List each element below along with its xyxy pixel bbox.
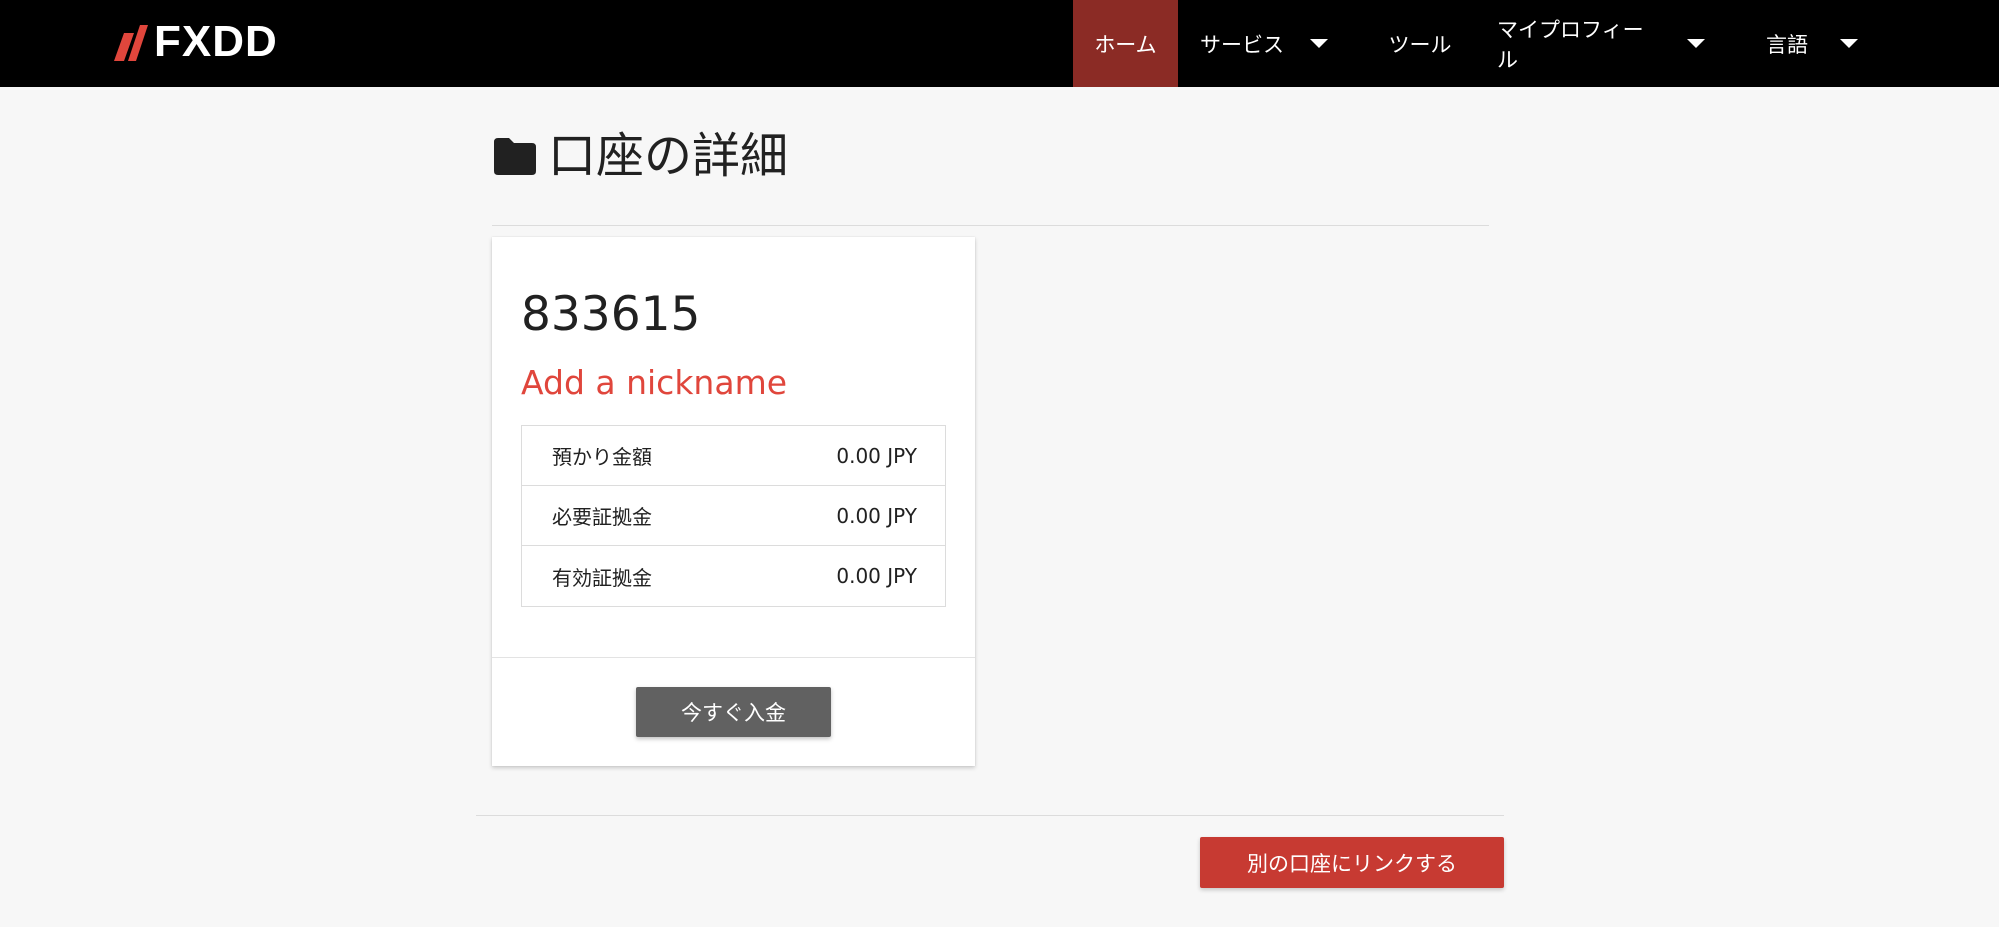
chevron-down-icon (1687, 39, 1705, 48)
nav-item-label: ホーム (1094, 32, 1157, 57)
margin-value: 0.00 JPY (836, 503, 917, 528)
nav-item-label: ツール (1388, 32, 1452, 57)
main-nav: ホーム サービス ツール マイプロフィール 言語 (0, 0, 1999, 87)
title-divider (492, 225, 1489, 226)
link-another-account-button[interactable]: 別の口座にリンクする (1200, 837, 1504, 888)
chevron-down-icon (1310, 39, 1328, 48)
card-divider (492, 657, 975, 658)
nav-item-services[interactable]: サービス (1186, 0, 1344, 87)
balance-value: 0.00 JPY (836, 443, 917, 468)
page-header: 口座の詳細 (492, 124, 788, 188)
account-number: 833615 (521, 287, 701, 342)
account-balance-table: 預かり金額 0.00 JPY 必要証拠金 0.00 JPY 有効証拠金 0.00… (521, 425, 946, 607)
nav-item-language[interactable]: 言語 (1754, 0, 1874, 87)
table-row: 有効証拠金 0.00 JPY (522, 546, 945, 606)
nav-item-home[interactable]: ホーム (1073, 0, 1178, 87)
folder-icon (494, 138, 536, 175)
table-row: 必要証拠金 0.00 JPY (522, 486, 945, 546)
nav-item-label: サービス (1200, 32, 1284, 57)
nav-item-tools[interactable]: ツール (1375, 0, 1465, 87)
add-nickname-link[interactable]: Add a nickname (521, 363, 787, 403)
nav-item-my-profile[interactable]: マイプロフィール (1487, 0, 1705, 87)
balance-label: 預かり金額 (552, 445, 652, 469)
chevron-down-icon (1840, 39, 1858, 48)
nav-item-label: 言語 (1766, 32, 1808, 57)
table-row: 預かり金額 0.00 JPY (522, 426, 945, 486)
page-title: 口座の詳細 (548, 128, 789, 184)
bottom-divider (476, 815, 1504, 816)
effective-margin-value: 0.00 JPY (836, 564, 917, 588)
effective-margin-label: 有効証拠金 (552, 565, 652, 590)
nav-item-label: マイプロフィール (1497, 17, 1644, 72)
account-card: 833615 Add a nickname 預かり金額 0.00 JPY 必要証… (492, 237, 975, 766)
margin-label: 必要証拠金 (552, 505, 652, 529)
top-navbar: FXDD ホーム サービス ツール マイプロフィール 言語 (0, 0, 1999, 87)
deposit-now-button[interactable]: 今すぐ入金 (636, 687, 831, 737)
